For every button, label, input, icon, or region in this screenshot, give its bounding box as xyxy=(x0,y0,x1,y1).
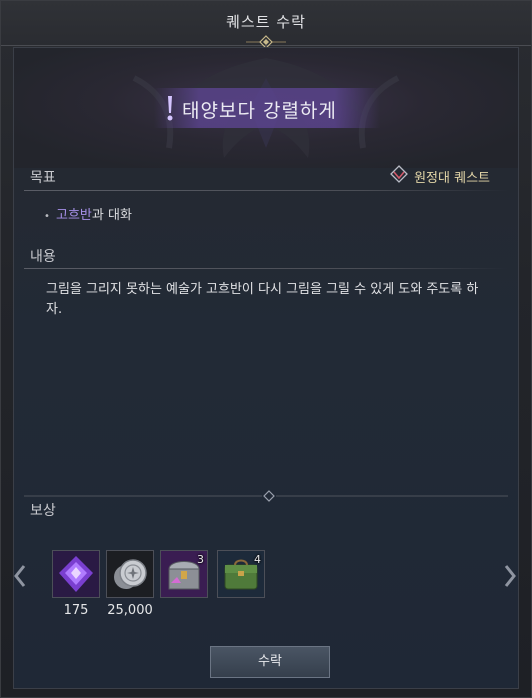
quest-content-panel: 태양보다 강렬하게 목표 원정대 퀘스트 • 고흐반과 대화 내용 그림을 그리지… xyxy=(13,47,519,689)
exclamation-icon xyxy=(167,96,173,121)
expedition-quest-text: 원정대 퀘스트 xyxy=(414,171,490,186)
quest-title-banner: 태양보다 강렬하게 xyxy=(154,88,380,128)
objective-label: 목표 xyxy=(30,170,56,186)
bullet-icon: • xyxy=(44,211,50,222)
reward-quantity-2: 25,000 xyxy=(107,603,153,618)
title-bar[interactable]: 퀘스트 수락 xyxy=(1,1,531,49)
reward-divider xyxy=(24,490,508,502)
reward-item-3[interactable]: 3 xyxy=(160,550,208,598)
reward-quantity-1: 175 xyxy=(63,603,89,618)
expedition-quest-label: 원정대 퀘스트 xyxy=(390,165,490,186)
objective-divider xyxy=(24,190,508,191)
reward-item-4[interactable]: 4 xyxy=(217,550,265,598)
reward-item-2[interactable] xyxy=(106,550,154,598)
accept-button[interactable]: 수락 xyxy=(210,646,330,678)
reward-badge-3: 3 xyxy=(197,553,204,566)
reward-next-arrow-icon[interactable] xyxy=(502,563,518,589)
reward-prev-arrow-icon[interactable] xyxy=(12,563,28,589)
content-divider xyxy=(24,268,508,269)
quest-accept-window: 퀘스트 수락 태양보다 강렬하게 목표 원정대 퀘스트 • 고흐반과 대화 내용… xyxy=(0,0,532,698)
objective-target[interactable]: 고흐반 xyxy=(56,208,92,223)
reward-item-1[interactable] xyxy=(52,550,100,598)
reward-label: 보상 xyxy=(30,503,56,519)
objective-item: • 고흐반과 대화 xyxy=(44,204,132,223)
quest-banner: 태양보다 강렬하게 xyxy=(14,48,518,168)
window-title: 퀘스트 수락 xyxy=(226,13,306,31)
purple-gem-icon xyxy=(53,551,99,597)
reward-badge-4: 4 xyxy=(254,553,261,566)
objective-text: 과 대화 xyxy=(91,208,132,223)
quest-description: 그림을 그리지 못하는 예술가 고흐반이 다시 그림을 그릴 수 있게 도와 주… xyxy=(46,282,479,317)
silver-coin-icon xyxy=(107,551,153,597)
content-label: 내용 xyxy=(30,249,56,265)
quest-title: 태양보다 강렬하게 xyxy=(182,100,337,122)
expedition-emblem-icon xyxy=(390,165,409,183)
